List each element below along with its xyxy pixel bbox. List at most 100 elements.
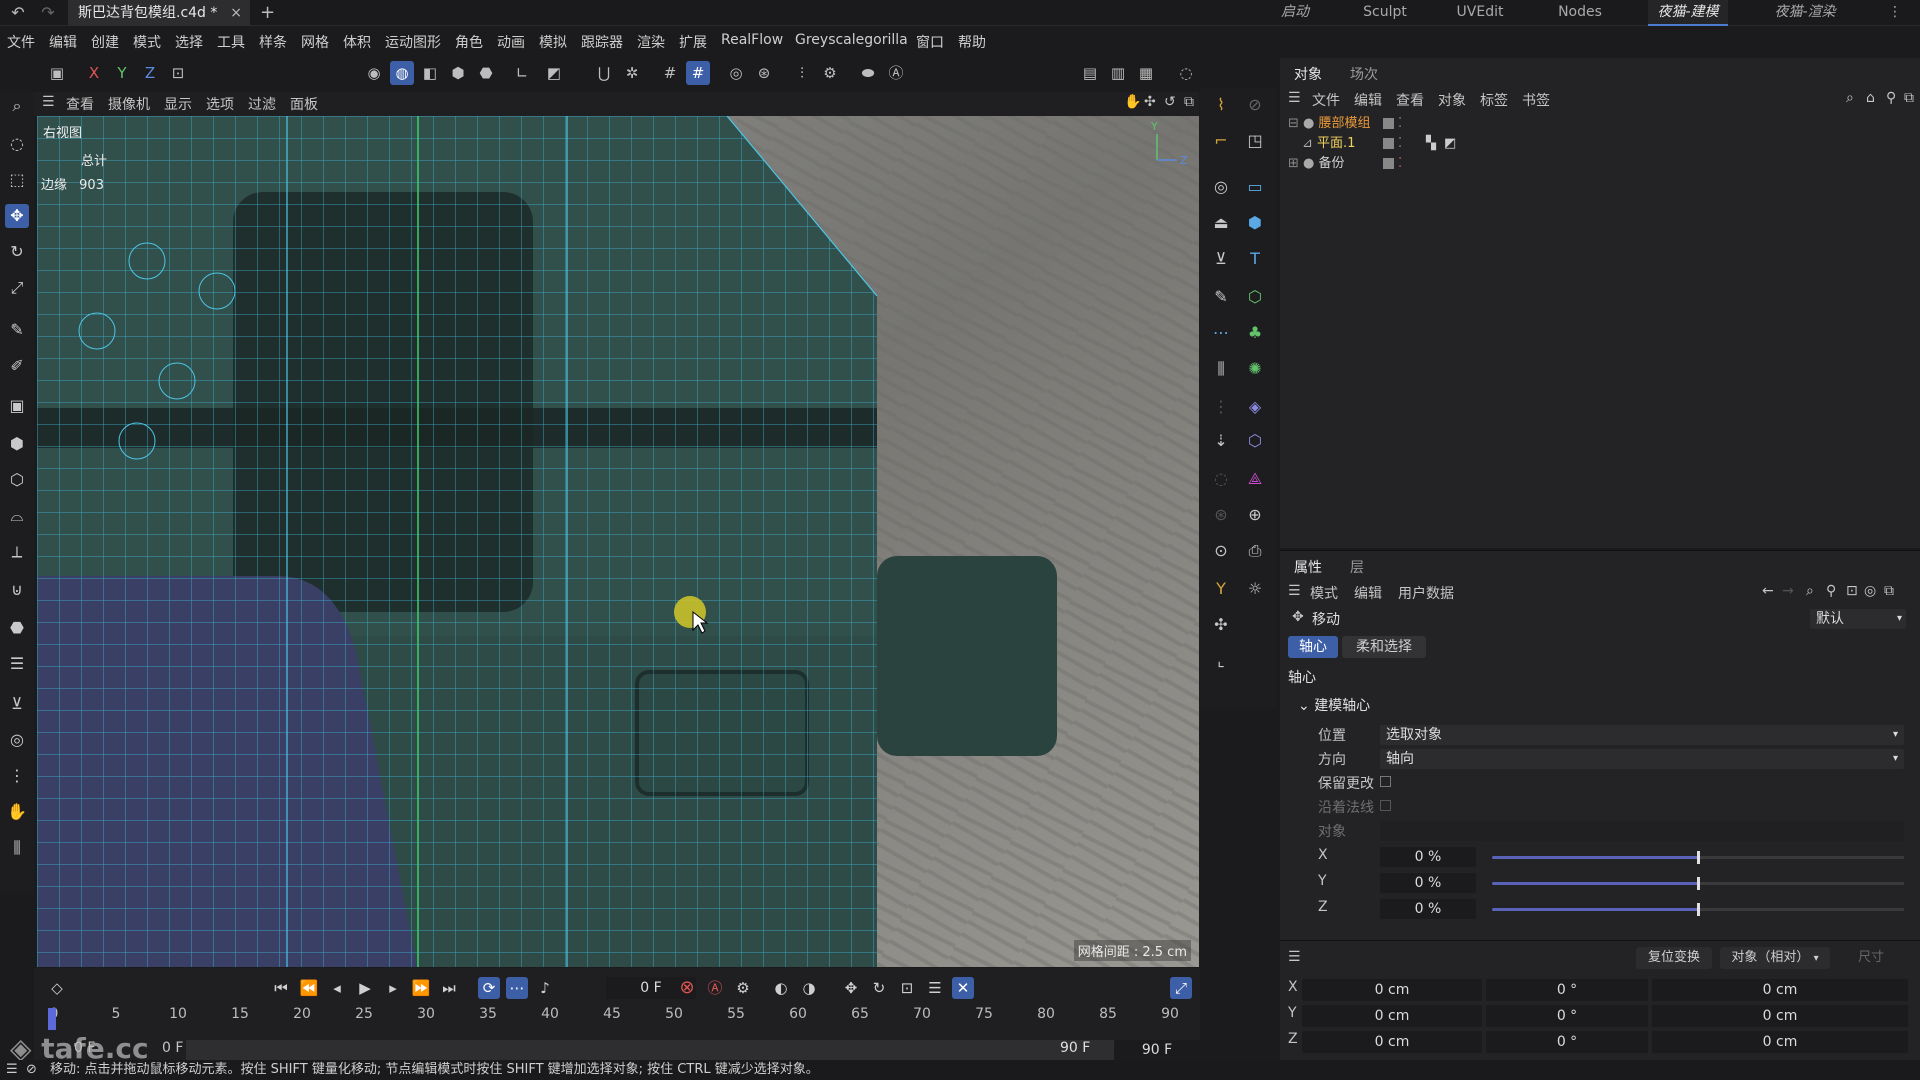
subdivision-icon[interactable]: ⬡ [1242,284,1268,310]
camera-icon[interactable]: ⎙ [1242,538,1268,564]
position-dropdown[interactable]: 选取对象 ▾ [1380,725,1904,745]
expand-icon[interactable]: ⊟ [1288,116,1299,131]
menu-tracker[interactable]: 跟踪器 [581,32,623,52]
axis-x-toggle[interactable]: X [82,61,106,85]
quantize-icon[interactable]: ◎ [724,61,748,85]
layer-swatch[interactable] [1383,138,1394,149]
am-menu-edit[interactable]: 编辑 [1354,583,1382,603]
tag-icon[interactable]: ◩ [1444,135,1456,153]
om-filter-icon[interactable]: ⚲ [1886,90,1896,106]
extrude-icon[interactable]: ⬢ [5,432,29,456]
om-menu-view[interactable]: 查看 [1396,90,1424,110]
viewport-solo-icon[interactable]: ⬬ [856,61,880,85]
menu-greyscalegorilla[interactable]: Greyscalegorilla [795,32,908,48]
preset-dropdown[interactable]: 默认 ▾ [1810,609,1906,629]
am-filter-icon[interactable]: ⚲ [1826,583,1836,599]
om-menu-bookmarks[interactable]: 书签 [1522,90,1550,110]
status-menu-icon[interactable]: ☰ [6,1060,18,1080]
visibility-dots-icon[interactable]: ⁚ [1398,155,1402,173]
expand-icon[interactable]: ⊞ [1288,156,1299,171]
iron-icon[interactable]: ⏏ [1208,210,1234,236]
model-mode-icon[interactable]: ▣ [45,61,69,85]
document-tab[interactable]: 斯巴达背包模组.c4d * × [68,0,250,26]
environment-icon[interactable]: ⊕ [1242,502,1268,528]
viewport-menu-filter[interactable]: 过滤 [248,94,276,114]
object-row[interactable]: ⊟ ● 腰部模组 ⁚ [1288,115,1402,133]
menu-realflow[interactable]: RealFlow [721,32,783,48]
close-tab-icon[interactable]: × [230,0,242,26]
am-menu-userdata[interactable]: 用户数据 [1398,583,1454,603]
am-search-icon[interactable]: ⌕ [1806,583,1814,599]
axis-x-field[interactable]: 0 % [1380,847,1476,867]
viewport-rotate-icon[interactable]: ↺ [1164,94,1176,110]
edge-cut-icon[interactable]: ⋯ [1208,320,1234,346]
add-tab-icon[interactable]: + [260,0,275,26]
viewport-menu-display[interactable]: 显示 [164,94,192,114]
weld-icon[interactable]: ⬣ [5,616,29,640]
bone-icon[interactable]: Y [1208,576,1234,602]
render-picture-icon[interactable]: ▥ [1106,61,1130,85]
more-icon[interactable]: ⋮ [1880,0,1910,26]
om-menu-file[interactable]: 文件 [1312,90,1340,110]
sketch-tool-icon[interactable]: ✐ [5,354,29,378]
null-object-icon[interactable]: ◎ [1208,174,1234,200]
lock-icon[interactable]: ⊡ [1846,583,1858,599]
subtab-axis[interactable]: 轴心 [1288,636,1338,658]
om-home-icon[interactable]: ⌂ [1866,90,1875,106]
rotation-y-field[interactable]: 0 ° [1486,1005,1648,1027]
scale-tool-icon[interactable]: ⤢ [5,276,29,300]
tab-takes[interactable]: 场次 [1350,64,1378,84]
position-z-field[interactable]: 0 cm [1302,1031,1482,1053]
viewport-menu-options[interactable]: 选项 [206,94,234,114]
axis-x-slider[interactable] [1492,851,1904,864]
viewport-dolly-icon[interactable]: ✣ [1144,94,1156,110]
tab-layers[interactable]: 层 [1350,557,1364,577]
scale-x-field[interactable]: 0 cm [1652,979,1908,1001]
layout-tab-modeling[interactable]: 夜猫-建模 [1648,0,1728,26]
cloner-icon[interactable]: ♣ [1242,320,1268,346]
render-settings-icon[interactable]: ▦ [1134,61,1158,85]
mirror-icon[interactable]: ⫼ [1208,356,1234,382]
menu-create[interactable]: 创建 [91,32,119,52]
timeline-ruler[interactable]: 051015202530354045505560657075808590 [50,968,1179,1028]
reset-transform-button[interactable]: 复位变换 [1636,947,1712,969]
object-row[interactable]: ⊿ 平面.1 ⁚ ▚ ◩ [1302,135,1456,153]
brush-icon[interactable]: ✋ [5,800,29,824]
axis-z-slider[interactable] [1492,903,1904,916]
menu-render[interactable]: 渲染 [637,32,665,52]
am-menu-icon[interactable]: ☰ [1288,583,1301,599]
layout-tab-render[interactable]: 夜猫-渲染 [1765,0,1845,26]
view-settings-icon[interactable]: ◌ [1174,61,1198,85]
particle-icon[interactable]: ✣ [1208,612,1234,638]
grid-snap-icon[interactable]: # [686,61,710,85]
menu-help[interactable]: 帮助 [958,32,986,52]
close-hole-icon[interactable]: ⫼ [5,836,29,860]
rectangle-spline-icon[interactable]: ▭ [1242,174,1268,200]
viewport-pan-icon[interactable]: ✋ [1124,94,1141,110]
menu-select[interactable]: 选择 [175,32,203,52]
viewport-canvas[interactable]: Y Z [37,116,1199,967]
spline-edit-icon[interactable]: ⌐ [1208,128,1234,154]
scale-y-field[interactable]: 0 cm [1652,1005,1908,1027]
layout-tab-nodes[interactable]: Nodes [1545,0,1615,26]
workplane-icon[interactable]: ∟ [510,61,534,85]
om-menu-object[interactable]: 对象 [1438,90,1466,110]
ffd-icon[interactable]: ⬡ [1242,428,1268,454]
spline-pen-icon[interactable]: ⌇ [1208,92,1234,118]
menu-simulate[interactable]: 模拟 [539,32,567,52]
knife-icon[interactable]: ✎ [1208,284,1234,310]
bridge-icon[interactable]: ⌓ [5,504,29,528]
menu-extensions[interactable]: 扩展 [679,32,707,52]
tag-icon[interactable]: ▚ [1426,135,1436,153]
cm-menu-icon[interactable]: ☰ [1288,949,1301,965]
coordinate-system-icon[interactable]: ⊡ [166,61,190,85]
group-header[interactable]: ⌄ 建模轴心 [1298,695,1370,715]
poly-pen-icon[interactable]: ▣ [5,394,29,418]
am-menu-mode[interactable]: 模式 [1310,583,1338,603]
range-end-field[interactable]: 90 F [1114,1040,1200,1060]
coord-mode-dropdown[interactable]: 对象（相对） ▾ [1720,947,1830,969]
preview-range-bar[interactable]: 0 F 0 F 90 F 90 F [34,1038,1200,1062]
menu-spline[interactable]: 样条 [259,32,287,52]
light-icon[interactable]: ☼ [1242,576,1268,602]
viewport-menu-camera[interactable]: 摄像机 [108,94,150,114]
